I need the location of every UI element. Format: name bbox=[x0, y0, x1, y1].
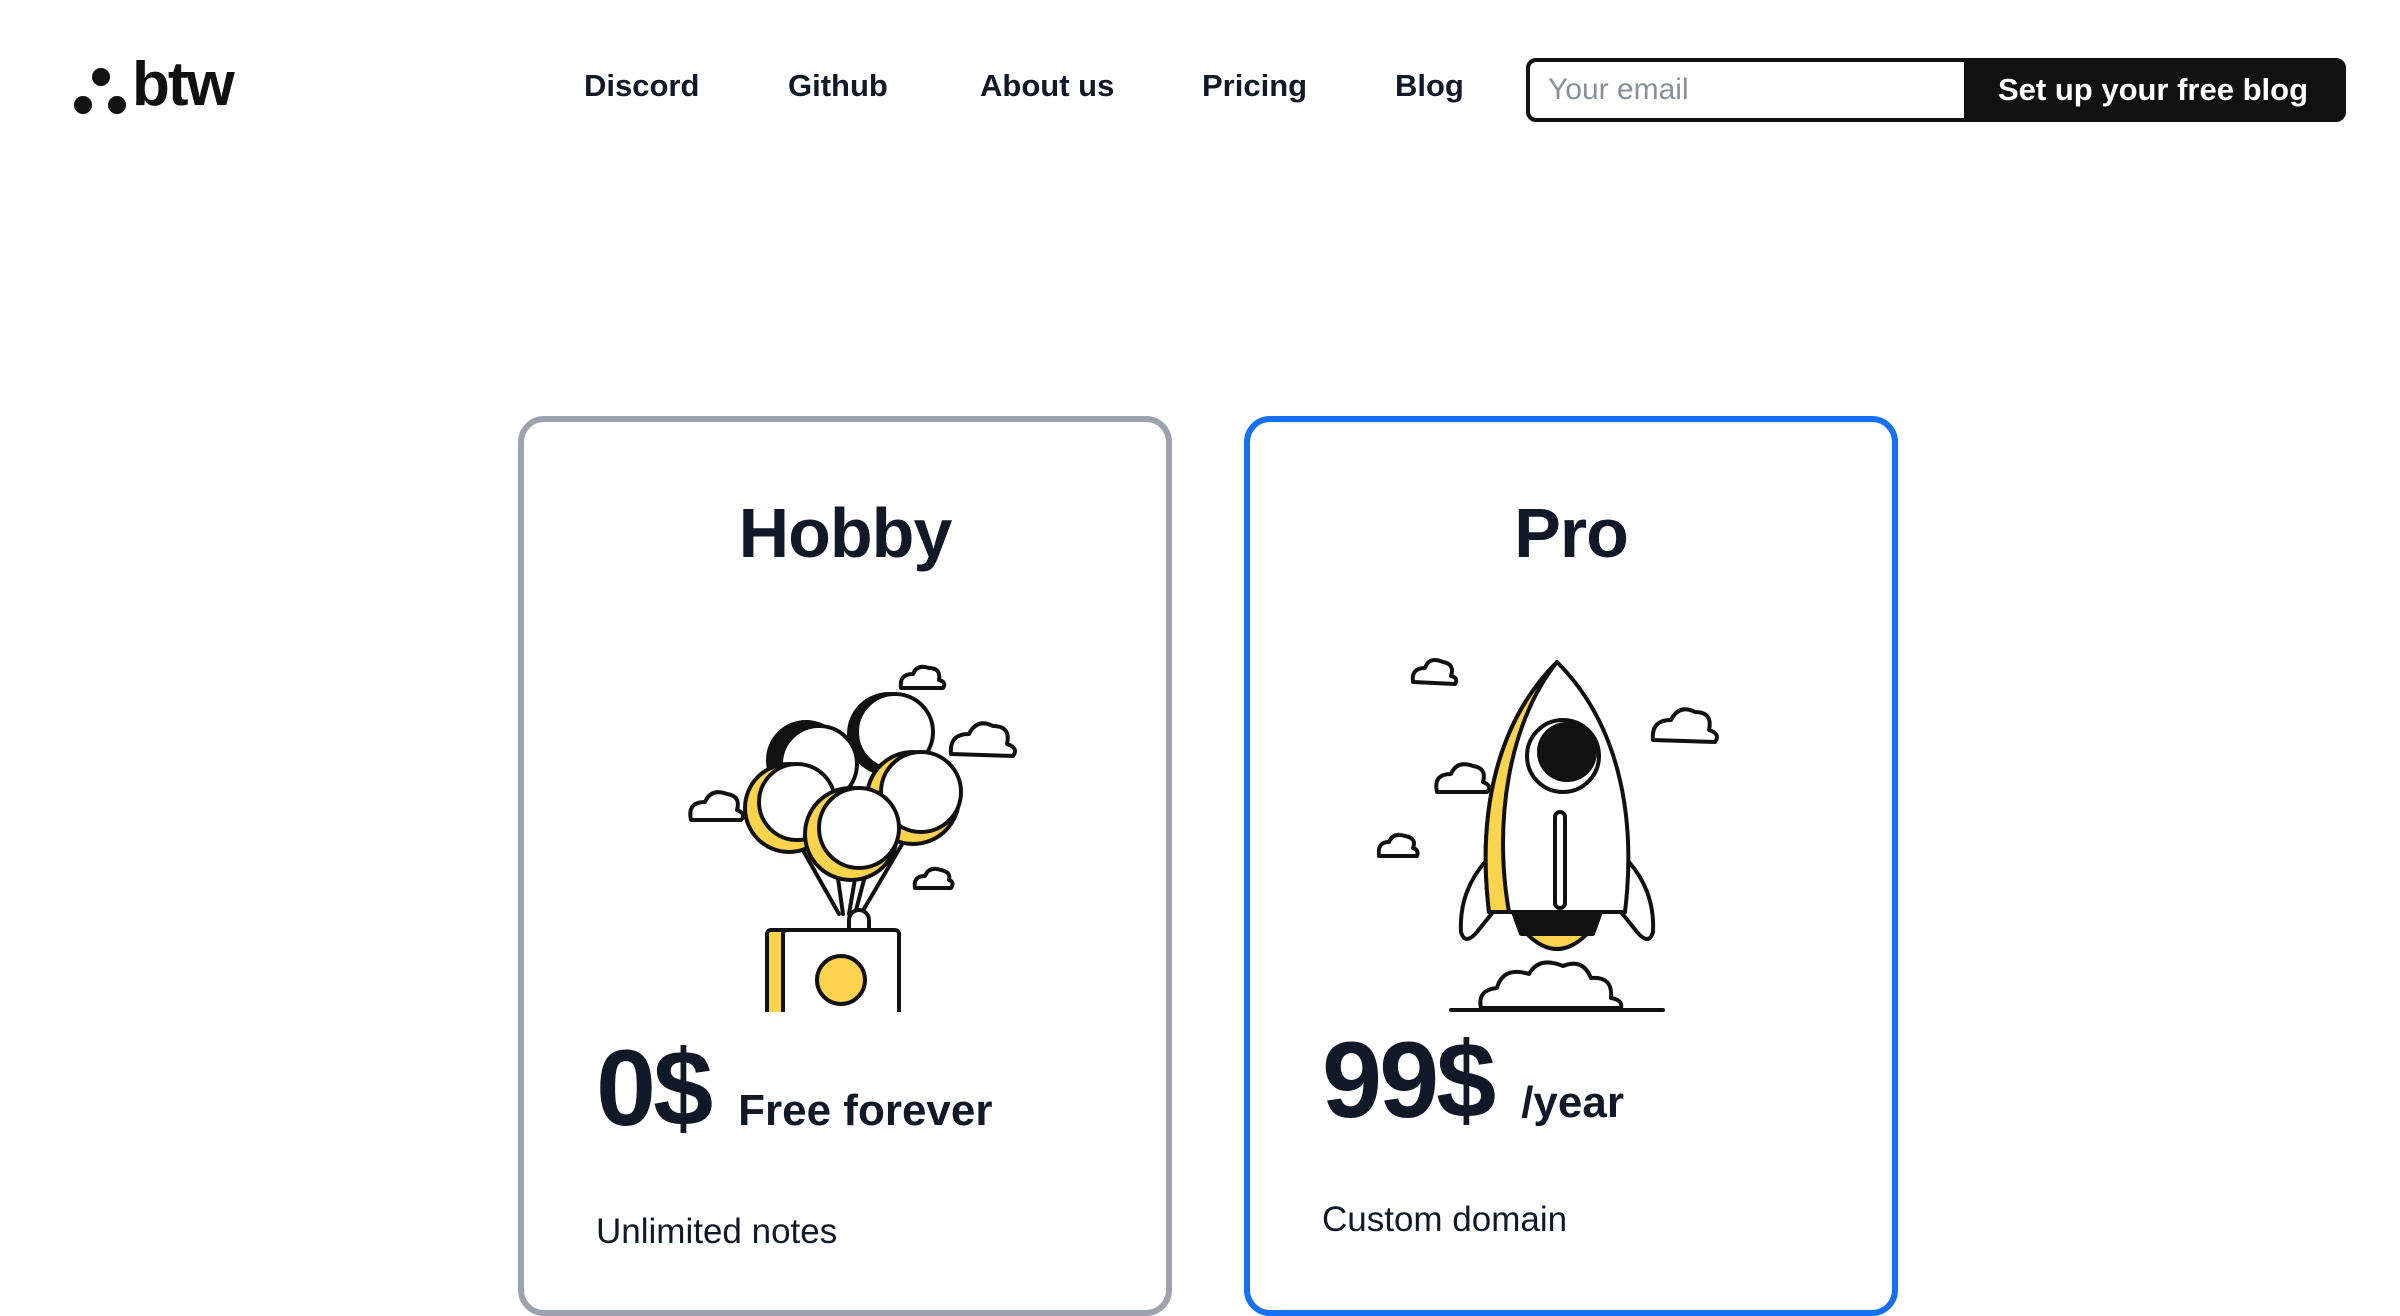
pricing-card-pro: Pro 99$ /year Custom domain bbox=[1244, 416, 1898, 1316]
nav-link-discord[interactable]: Discord bbox=[584, 66, 699, 106]
logo-dot-icon bbox=[108, 96, 126, 114]
pricing-card-hobby: Hobby 0$ Free forever Unlimited notes bbox=[518, 416, 1172, 1316]
rocket-icon bbox=[1377, 658, 1719, 1012]
nav-link-pricing[interactable]: Pricing bbox=[1202, 66, 1307, 106]
nav-link-blog[interactable]: Blog bbox=[1395, 66, 1464, 106]
feature-item: Unlimited notes bbox=[596, 1212, 838, 1251]
price-row: 0$ Free forever bbox=[596, 1034, 993, 1142]
logo-dot-icon bbox=[92, 68, 110, 86]
balloons-box-icon bbox=[688, 664, 1017, 1012]
email-input[interactable] bbox=[1530, 62, 1964, 118]
price-row: 99$ /year bbox=[1322, 1026, 1624, 1134]
plan-price: 99$ bbox=[1322, 1019, 1496, 1140]
plan-period: Free forever bbox=[738, 1086, 993, 1135]
feature-item: Custom domain bbox=[1322, 1200, 1568, 1239]
nav-link-about-us[interactable]: About us bbox=[980, 66, 1114, 106]
logo-dot-icon bbox=[74, 96, 92, 114]
brand-wordmark: btw bbox=[132, 50, 235, 119]
brand-logo[interactable]: btw bbox=[70, 54, 260, 128]
setup-blog-button[interactable]: Set up your free blog bbox=[1964, 62, 2342, 118]
signup-form: Set up your free blog bbox=[1526, 58, 2346, 122]
site-header: btw Discord Github About us Pricing Blog… bbox=[0, 0, 2400, 180]
nav-link-github[interactable]: Github bbox=[788, 66, 888, 106]
plan-period: /year bbox=[1521, 1078, 1624, 1127]
plan-title: Hobby bbox=[738, 494, 953, 572]
plan-title: Pro bbox=[1514, 494, 1629, 572]
plan-price: 0$ bbox=[596, 1027, 713, 1148]
